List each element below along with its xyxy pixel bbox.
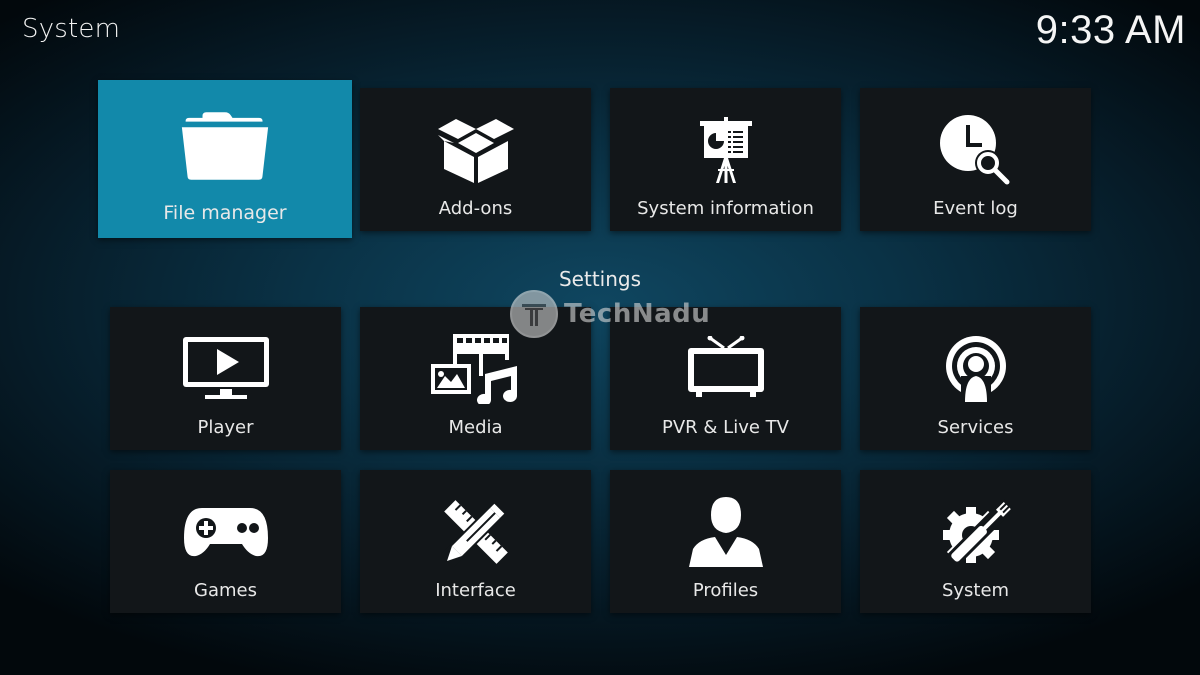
tile-player[interactable]: Player: [110, 307, 341, 450]
tv-antenna-icon: [681, 329, 771, 409]
media-collage-icon: [430, 329, 521, 409]
tile-interface[interactable]: Interface: [360, 470, 591, 613]
tile-label: Interface: [435, 580, 516, 601]
watermark-text: TechNadu: [564, 299, 711, 329]
open-box-icon: [431, 110, 521, 190]
tile-label: Event log: [933, 198, 1018, 219]
gear-screwdriver-icon: [931, 492, 1021, 572]
tile-profiles[interactable]: Profiles: [610, 470, 841, 613]
user-silhouette-icon: [681, 492, 771, 572]
pencil-ruler-icon: [431, 492, 521, 572]
tile-system[interactable]: System: [860, 470, 1091, 613]
page-title: System: [22, 14, 121, 44]
tile-label: Add-ons: [438, 198, 513, 219]
section-heading-settings: Settings: [558, 267, 642, 291]
tile-label: Player: [197, 417, 254, 438]
tile-label: Profiles: [692, 580, 759, 601]
gamepad-icon: [181, 492, 271, 572]
watermark: TechNadu: [510, 290, 710, 338]
folder-icon: [180, 106, 270, 186]
tile-label: System: [941, 580, 1010, 601]
broadcast-user-icon: [931, 329, 1021, 409]
tile-add-ons[interactable]: Add-ons: [360, 88, 591, 231]
tile-services[interactable]: Services: [860, 307, 1091, 450]
clock: 9:33 AM: [1035, 8, 1186, 52]
tile-event-log[interactable]: Event log: [860, 88, 1091, 231]
tile-file-manager[interactable]: File manager: [98, 80, 352, 238]
monitor-play-icon: [181, 329, 271, 409]
tile-label: Media: [448, 417, 503, 438]
tile-system-information[interactable]: System information: [610, 88, 841, 231]
tile-label: PVR & Live TV: [662, 417, 789, 438]
tile-label: File manager: [163, 202, 287, 224]
tile-label: Services: [937, 417, 1014, 438]
technadu-logo-icon: [510, 290, 558, 338]
tile-label: Games: [194, 580, 257, 601]
presentation-easel-icon: [681, 110, 771, 190]
tile-label: System information: [637, 198, 814, 219]
tile-games[interactable]: Games: [110, 470, 341, 613]
clock-search-icon: [931, 110, 1021, 190]
